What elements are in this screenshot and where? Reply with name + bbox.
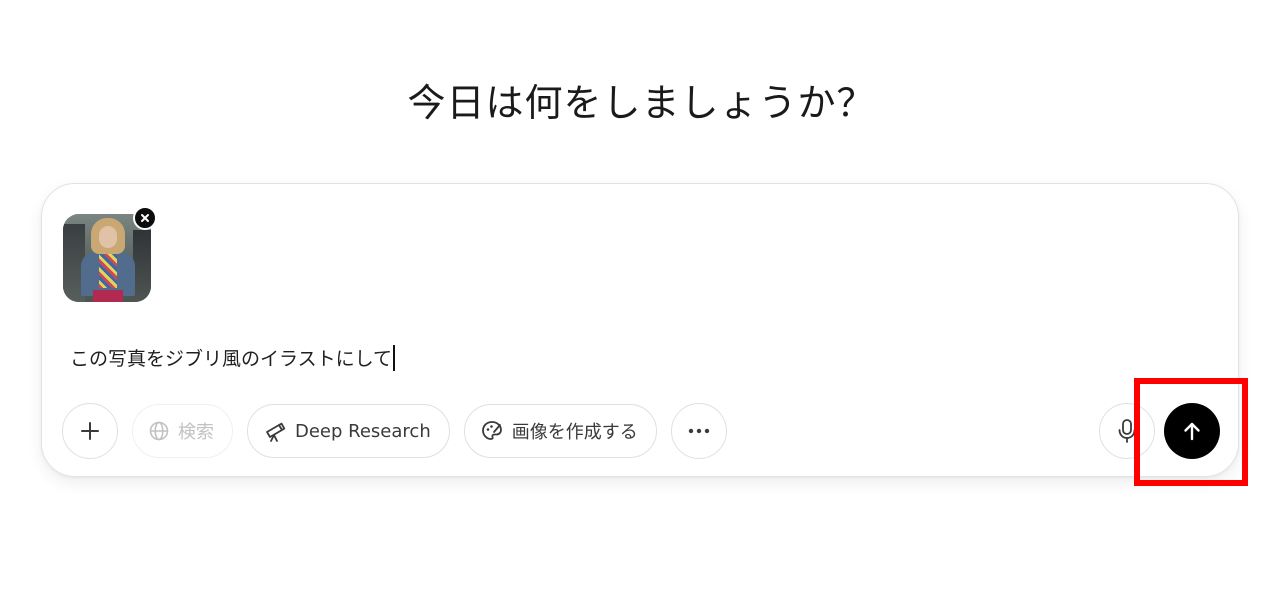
text-caret xyxy=(393,344,396,371)
arrow-up-icon xyxy=(1184,422,1200,441)
more-dots-icon xyxy=(688,428,709,434)
composer-toolbar: 検索 Deep Research 画像を作成する xyxy=(62,403,727,459)
create-image-button[interactable]: 画像を作成する xyxy=(463,404,657,458)
photo-shirt xyxy=(99,254,117,288)
mic-icon xyxy=(1118,419,1136,443)
close-icon xyxy=(141,214,149,222)
deep-research-button[interactable]: Deep Research xyxy=(247,404,450,458)
search-label: 検索 xyxy=(178,422,214,443)
photo-face xyxy=(99,226,117,248)
add-button[interactable] xyxy=(62,403,118,459)
telescope-icon xyxy=(266,422,286,442)
more-options-button[interactable] xyxy=(670,403,727,459)
globe-icon xyxy=(149,421,169,441)
deep-research-label: Deep Research xyxy=(295,420,431,442)
search-button[interactable]: 検索 xyxy=(132,404,233,458)
palette-icon xyxy=(481,421,502,440)
page-title: 今日は何をしましょうか？ xyxy=(407,81,876,125)
photo-crowd-right xyxy=(133,230,151,302)
page: 今日は何をしましょうか？ この写真をジブリ風のイラストにして 検索 Deep R… xyxy=(0,0,1283,597)
prompt-composer: この写真をジブリ風のイラストにして 検索 Deep Research 画像を作成… xyxy=(41,183,1239,477)
prompt-text: この写真をジブリ風のイラストにして xyxy=(70,348,393,370)
remove-attachment-button[interactable] xyxy=(133,206,157,230)
create-image-label: 画像を作成する xyxy=(511,422,638,443)
plus-icon xyxy=(81,422,99,440)
send-button[interactable] xyxy=(1164,403,1220,459)
prompt-input[interactable]: この写真をジブリ風のイラストにして xyxy=(70,344,396,371)
photo-skirt xyxy=(93,290,123,302)
voice-input-button[interactable] xyxy=(1099,403,1155,459)
